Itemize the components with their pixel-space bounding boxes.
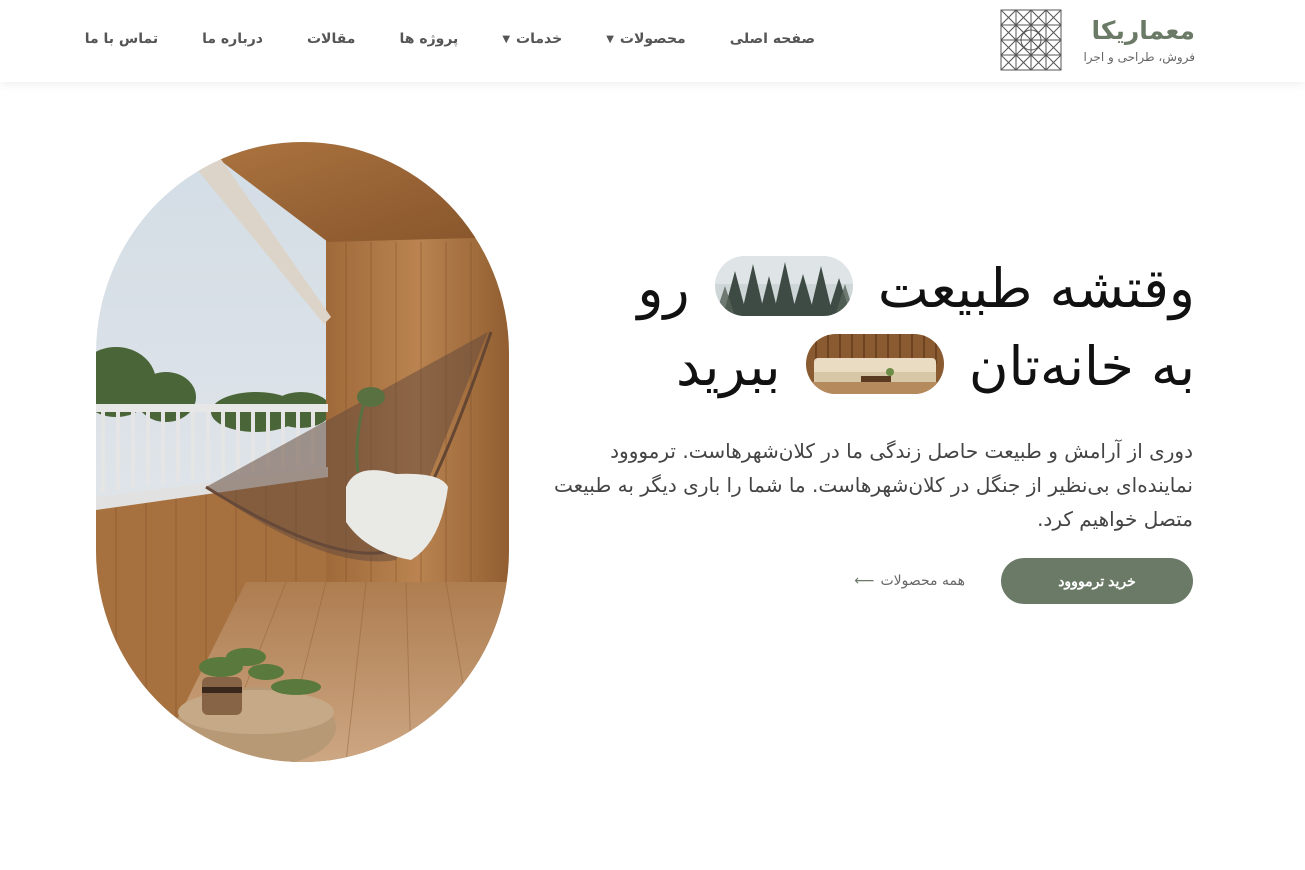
- nav-item-projects[interactable]: پروژه ها: [399, 24, 458, 54]
- nav-item-label: محصولات: [619, 31, 686, 47]
- headline-text-3: به خانه‌تان: [968, 335, 1195, 398]
- nav-item-label: پروژه ها: [399, 31, 459, 47]
- nav-item-services[interactable]: خدمات ▼: [502, 24, 562, 54]
- nav-item-label: تماس با ما: [84, 31, 159, 47]
- nav-item-label: خدمات: [516, 31, 563, 47]
- nav-item-label: مقالات: [306, 31, 356, 47]
- all-products-label: همه محصولات: [880, 573, 965, 589]
- hero-headline: وقتشه طبیعت رو به خانه‌تان: [555, 250, 1195, 406]
- brand-text: معماریکا فروش، طراحی و اجرا: [1083, 14, 1195, 66]
- nav-item-home[interactable]: صفحه اصلی: [730, 24, 815, 54]
- all-products-link[interactable]: همه محصولات ⟵: [854, 573, 965, 589]
- headline-text-4: ببرید: [676, 335, 781, 398]
- hero-image: [96, 142, 509, 762]
- hero-description: دوری از آرامش و طبیعت حاصل زندگی ما در ک…: [553, 439, 1193, 531]
- chevron-down-icon: ▼: [502, 33, 511, 45]
- nav-item-articles[interactable]: مقالات: [307, 24, 356, 54]
- nav-item-label: درباره ما: [202, 31, 263, 47]
- buy-thermowood-button[interactable]: خرید ترمووود: [1001, 558, 1193, 604]
- chevron-down-icon: ▼: [606, 33, 614, 45]
- headline-text-1: وقتشه طبیعت: [877, 257, 1195, 320]
- arrow-left-icon: ⟵: [854, 573, 875, 589]
- brand-logo-icon[interactable]: [999, 8, 1063, 72]
- brand[interactable]: معماریکا فروش، طراحی و اجرا: [999, 8, 1195, 72]
- main-nav: صفحه اصلی محصولات ▼ خدمات ▼ پروژه ها مقا…: [85, 24, 815, 54]
- nav-item-about[interactable]: درباره ما: [202, 24, 263, 54]
- nav-item-label: صفحه اصلی: [729, 31, 815, 47]
- headline-text-2: رو: [637, 257, 690, 320]
- brand-tagline: فروش، طراحی و اجرا: [1083, 50, 1195, 64]
- cta-row: خرید ترمووود همه محصولات ⟵: [854, 558, 1193, 604]
- brand-name: معماریکا: [1091, 16, 1195, 45]
- nav-item-products[interactable]: محصولات ▼: [606, 24, 686, 54]
- site-header: معماریکا فروش، طراحی و اجرا صفحه اصلی مح…: [0, 0, 1305, 82]
- forest-thumbnail-image: [714, 256, 853, 317]
- nav-item-contact[interactable]: تماس با ما: [85, 24, 158, 54]
- interior-thumbnail-image: [805, 334, 944, 395]
